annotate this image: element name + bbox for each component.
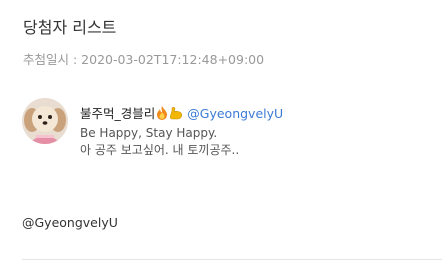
winner-handle-text: @GyeongvelyU (22, 215, 118, 230)
user-handle-link[interactable]: @GyeongvelyU (187, 106, 283, 121)
tweet-header: 불주먹_경블리 @GyeongvelyU (80, 103, 283, 123)
flexed-biceps-icon (169, 106, 183, 123)
user-name[interactable]: 불주먹_경블리 (80, 106, 155, 121)
tweet-text: Be Happy, Stay Happy. 아 공주 보고싶어. 내 토끼공주.… (80, 125, 239, 159)
tweet-line: Be Happy, Stay Happy. (80, 126, 218, 140)
winner-card: 불주먹_경블리 @GyeongvelyU Be Happy, Stay Happy… (22, 98, 422, 164)
page-title: 당첨자 리스트 (23, 18, 117, 37)
draw-timestamp: 추첨일시 : 2020-03-02T17:12:48+09:00 (23, 52, 265, 67)
divider (22, 259, 442, 260)
fire-icon (156, 106, 168, 123)
avatar[interactable] (22, 98, 68, 144)
tweet-line: 아 공주 보고싶어. 내 토끼공주.. (80, 143, 240, 157)
puppy-avatar-icon (22, 98, 68, 144)
